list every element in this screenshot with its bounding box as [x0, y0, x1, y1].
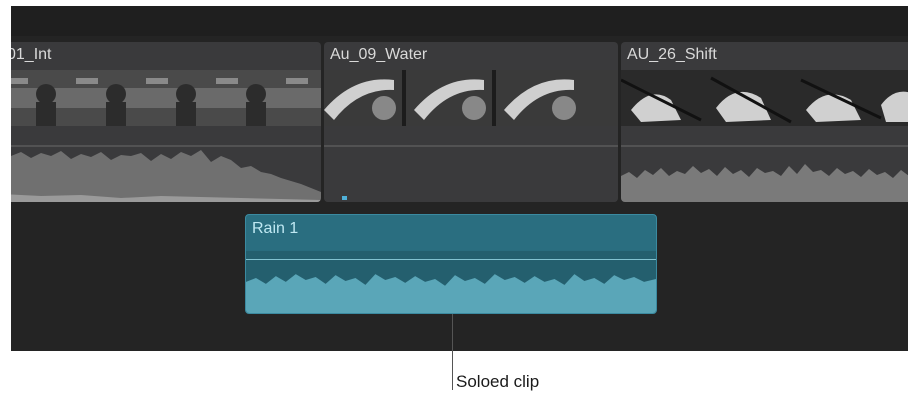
- clip-waveform: [324, 126, 618, 202]
- callout-line: [452, 314, 453, 390]
- filmstrip-thumbnails-icon: [11, 70, 321, 126]
- video-clip-au-26-shift[interactable]: AU_26_Shift: [621, 42, 908, 202]
- video-clip-au-09-water[interactable]: Au_09_Water: [324, 42, 618, 202]
- timeline[interactable]: 01_Int Au_09_Water AU_26_Shift Rain 1: [11, 6, 908, 351]
- clip-title: Au_09_Water: [330, 46, 428, 63]
- filmstrip-thumbnails-icon: [324, 70, 618, 126]
- audio-clip-title: Rain 1: [252, 220, 299, 237]
- clip-title: AU_26_Shift: [627, 46, 717, 63]
- timeline-ruler[interactable]: [11, 6, 908, 36]
- clip-title: 01_Int: [11, 46, 52, 63]
- clip-waveform: [621, 126, 908, 202]
- clip-waveform: [11, 126, 321, 202]
- video-clip-01-int[interactable]: 01_Int: [11, 42, 321, 202]
- clip-filmstrip: [324, 70, 618, 126]
- callout-label: Soloed clip: [456, 372, 540, 391]
- audio-waveform: [246, 245, 656, 313]
- soloed-audio-clip[interactable]: Rain 1: [245, 214, 657, 314]
- clip-filmstrip: [11, 70, 321, 126]
- clip-filmstrip: [621, 70, 908, 126]
- filmstrip-thumbnails-icon: [621, 70, 908, 126]
- playhead-marker: [342, 196, 347, 200]
